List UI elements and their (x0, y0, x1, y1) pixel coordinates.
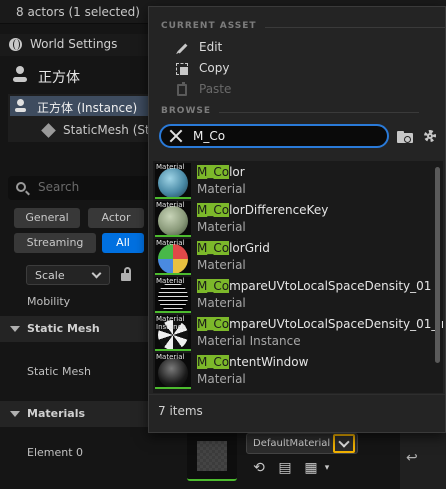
transform-mode-dropdown[interactable]: Scale (26, 265, 110, 285)
element0-label: Element 0 (27, 446, 84, 459)
asset-name: M_CompareUVtoLocalSpaceDensity_01_In (197, 317, 443, 331)
divider (149, 394, 445, 395)
asset-list-scrollbar[interactable] (435, 167, 440, 363)
asset-thumbnail: Material (155, 239, 191, 275)
component-tree: 正方体 (Instance) StaticMesh (St (8, 94, 168, 142)
asset-name: M_ColorDifferenceKey (197, 203, 329, 217)
asset-list: Material M_Color Material Material M_Col… (153, 161, 443, 393)
asset-thumbnail: Material Instance (155, 315, 191, 351)
material-thumbnail[interactable] (187, 431, 237, 481)
section-title: Materials (27, 407, 86, 420)
folder-search-icon[interactable] (397, 131, 413, 143)
component-label: StaticMesh (St (63, 123, 150, 137)
component-label: 正方体 (Instance) (37, 101, 138, 115)
asset-thumbnail: Material (155, 163, 191, 199)
asset-filter-input[interactable]: M_Co (159, 124, 389, 148)
filter-streaming-button[interactable]: Streaming (14, 233, 96, 253)
material-picker[interactable]: DefaultMaterial (246, 433, 358, 454)
search-icon (16, 182, 26, 192)
asset-list-item[interactable]: Material M_ColorGrid Material (153, 238, 435, 276)
filter-all-button[interactable]: All (102, 233, 144, 253)
asset-type: Material (197, 220, 246, 234)
chevron-down-icon[interactable]: ▾ (319, 460, 335, 476)
browse-header: BROWSE (161, 106, 419, 120)
material-dropdown-button[interactable] (333, 434, 355, 453)
asset-name: M_CompareUVtoLocalSpaceDensity_01 (197, 279, 432, 293)
clear-icon[interactable] (169, 129, 183, 143)
menu-item-label: Paste (199, 82, 232, 96)
filter-value: M_Co (193, 129, 226, 143)
section-title: Static Mesh (27, 322, 100, 335)
pencil-icon (175, 41, 189, 55)
asset-type: Material (197, 296, 246, 310)
actor-name: 正方体 (38, 70, 80, 86)
asset-type: Material (197, 372, 246, 386)
paste-menu-item[interactable]: Paste (175, 81, 375, 99)
lock-icon[interactable] (121, 267, 132, 281)
cube-icon (41, 123, 56, 138)
details-search-input[interactable]: Search (8, 176, 168, 200)
asset-name: M_Color (197, 165, 245, 179)
filter-general-button[interactable]: General (14, 208, 80, 228)
globe-icon (9, 38, 22, 51)
actor-icon (15, 99, 26, 113)
asset-thumbnail: Material (155, 201, 191, 237)
gear-icon[interactable] (422, 128, 438, 144)
component-tree-item-instance[interactable]: 正方体 (Instance) (10, 96, 166, 116)
asset-type: Material (197, 182, 246, 196)
mobility-label: Mobility (27, 295, 71, 308)
reset-to-default-icon[interactable]: ↩ (406, 450, 418, 466)
collapse-triangle-icon (10, 411, 20, 417)
paste-icon (175, 82, 189, 97)
filter-actor-button[interactable]: Actor (88, 208, 144, 228)
asset-list-item[interactable]: Material M_ColorDifferenceKey Material (153, 200, 435, 238)
use-selected-icon[interactable]: ⟲ (251, 460, 267, 476)
item-count: 7 items (158, 404, 203, 418)
asset-thumbnail: Material (155, 277, 191, 313)
material-value: DefaultMaterial (253, 438, 331, 449)
static-mesh-label: Static Mesh (27, 365, 91, 378)
asset-name: M_ColorGrid (197, 241, 270, 255)
selection-status-text: 8 actors (1 selected) (16, 5, 140, 19)
asset-list-item[interactable]: Material M_ContentWindow Material (153, 352, 435, 390)
browse-icon[interactable]: ▤ (277, 460, 293, 476)
current-asset-header: CURRENT ASSET (161, 21, 446, 35)
asset-list-item[interactable]: Material M_Color Material (153, 162, 435, 200)
chevron-down-icon (91, 268, 102, 279)
asset-name: M_ContentWindow (197, 355, 309, 369)
collapse-triangle-icon (10, 326, 20, 332)
menu-item-label: Edit (199, 40, 223, 54)
asset-type: Material Instance (197, 334, 301, 348)
copy-icon (175, 62, 189, 76)
transform-mode-value: Scale (35, 269, 65, 282)
world-settings-label: World Settings (30, 37, 118, 51)
asset-picker-popup: CURRENT ASSET Edit Copy Paste BROWSE M_C… (148, 6, 446, 433)
asset-list-item[interactable]: Material Instance M_CompareUVtoLocalSpac… (153, 314, 443, 352)
menu-item-label: Copy (199, 61, 230, 75)
edit-menu-item[interactable]: Edit (175, 39, 375, 57)
asset-type: Material (197, 258, 246, 272)
copy-menu-item[interactable]: Copy (175, 60, 375, 78)
checker-icon[interactable]: ▦ (303, 460, 319, 476)
asset-thumbnail: Material (155, 353, 191, 389)
asset-list-item[interactable]: Material M_CompareUVtoLocalSpaceDensity_… (153, 276, 435, 314)
search-placeholder: Search (38, 180, 80, 194)
